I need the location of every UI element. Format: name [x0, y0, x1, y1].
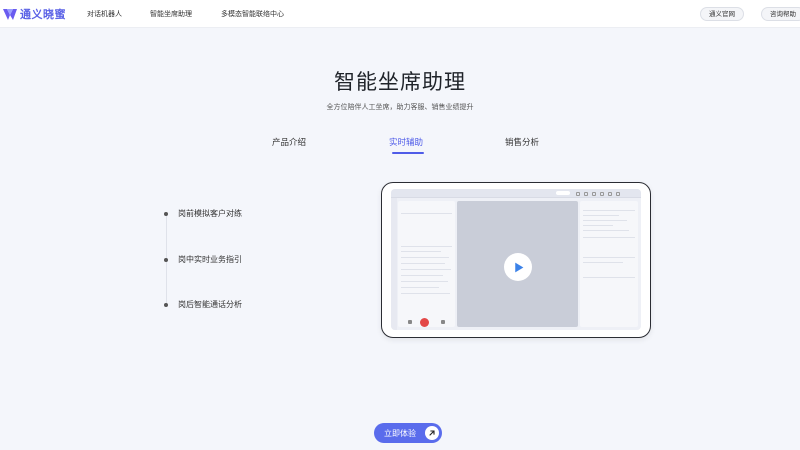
app-screenshot-topbar — [391, 189, 641, 198]
feature-label: 岗前模拟客户对练 — [178, 209, 242, 218]
play-button[interactable] — [504, 253, 532, 281]
feature-label: 岗后智能通话分析 — [178, 300, 242, 309]
tab-sales-analysis[interactable]: 销售分析 — [505, 136, 539, 148]
page-subtitle: 全方位陪伴人工坐席，助力客服、销售业绩提升 — [326, 103, 474, 111]
help-button[interactable]: 咨询帮助 — [761, 7, 800, 21]
bullet-icon — [164, 211, 168, 216]
nav-item-contact-center[interactable]: 多模态智能联络中心 — [221, 9, 284, 19]
try-now-label: 立即体验 — [384, 428, 416, 438]
app-screenshot-rail — [391, 198, 397, 330]
nav-item-chatbot[interactable]: 对话机器人 — [87, 9, 122, 19]
feature-item: 岗前模拟客户对练 — [164, 208, 242, 219]
brand-logo[interactable]: 通义晓蜜 — [2, 5, 66, 23]
app-screenshot-info-panel — [580, 201, 638, 327]
brand-name: 通义晓蜜 — [20, 8, 66, 21]
play-icon — [514, 262, 523, 272]
app-screenshot-main-panel — [457, 201, 578, 327]
hangup-icon — [420, 318, 429, 327]
tab-realtime-assist[interactable]: 实时辅助 — [389, 136, 423, 148]
demo-video-tablet — [381, 182, 651, 338]
feature-label: 岗中实时业务指引 — [178, 255, 242, 264]
nav-item-agent-assistant[interactable]: 智能坐席助理 — [150, 9, 192, 19]
arrow-up-right-icon — [425, 426, 439, 440]
feature-item: 岗中实时业务指引 — [164, 254, 242, 265]
page-title: 智能坐席助理 — [334, 70, 466, 94]
active-tab-indicator — [392, 152, 424, 154]
demo-video-screen[interactable] — [391, 189, 641, 330]
bullet-icon — [164, 302, 168, 307]
feature-item: 岗后智能通话分析 — [164, 299, 242, 310]
official-site-button[interactable]: 通义官网 — [700, 7, 744, 21]
app-screenshot-call-panel — [398, 201, 455, 327]
try-now-button[interactable]: 立即体验 — [374, 423, 442, 443]
bullet-icon — [164, 257, 168, 262]
top-navbar: 通义晓蜜 对话机器人 智能坐席助理 多模态智能联络中心 通义官网 咨询帮助 — [0, 0, 800, 28]
tab-product-intro[interactable]: 产品介绍 — [272, 136, 306, 148]
brand-logo-icon — [3, 9, 17, 20]
